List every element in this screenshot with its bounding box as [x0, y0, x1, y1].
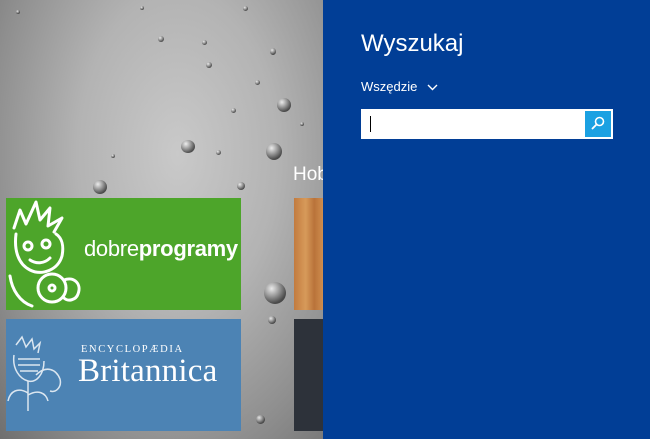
water-drop [231, 108, 236, 113]
water-drop [216, 150, 221, 155]
dobreprogramy-wordmark: dobreprogramy [84, 236, 238, 262]
search-scope-dropdown[interactable]: Wszędzie [361, 79, 438, 94]
water-drop [181, 140, 195, 153]
chevron-down-icon [427, 79, 438, 94]
water-drop [140, 6, 144, 10]
water-drop [93, 180, 107, 194]
dobreprogramy-wordmark-bold: programy [138, 236, 238, 261]
search-box [361, 109, 613, 139]
search-charm-title: Wyszukaj [361, 30, 464, 57]
water-drop [266, 143, 282, 160]
dobreprogramy-mascot-logo [8, 200, 81, 308]
water-drop [300, 122, 304, 126]
start-screen-background: Hob dobreprogramy ENCYCLOPÆDIA Britannic… [0, 0, 323, 439]
water-drop [268, 316, 276, 324]
tile-group-title: Hob [293, 164, 323, 185]
thistle-icon [7, 335, 62, 411]
search-button[interactable] [585, 111, 611, 137]
search-icon [591, 115, 605, 134]
search-charm-panel: Wyszukaj Wszędzie [323, 0, 650, 439]
water-drop [270, 48, 276, 55]
water-drop [206, 62, 212, 68]
search-input[interactable] [361, 109, 583, 139]
water-drop [264, 282, 286, 304]
water-drop [256, 415, 265, 424]
water-drop [202, 40, 207, 45]
tile-partial-wood[interactable] [294, 198, 323, 310]
water-drop [111, 154, 115, 158]
britannica-wordmark: Britannica [78, 353, 218, 389]
water-drop [158, 36, 164, 42]
water-drop [255, 80, 260, 85]
dobreprogramy-wordmark-light: dobre [84, 236, 139, 261]
water-drop [277, 98, 291, 112]
tile-partial-dark[interactable] [294, 319, 323, 431]
search-scope-label: Wszędzie [361, 79, 418, 94]
water-drop [237, 182, 245, 190]
water-drop [16, 10, 20, 14]
tile-dobreprogramy[interactable]: dobreprogramy [6, 198, 241, 310]
tile-britannica[interactable]: ENCYCLOPÆDIA Britannica [6, 319, 241, 431]
water-drop [243, 6, 248, 11]
text-caret [370, 116, 371, 132]
